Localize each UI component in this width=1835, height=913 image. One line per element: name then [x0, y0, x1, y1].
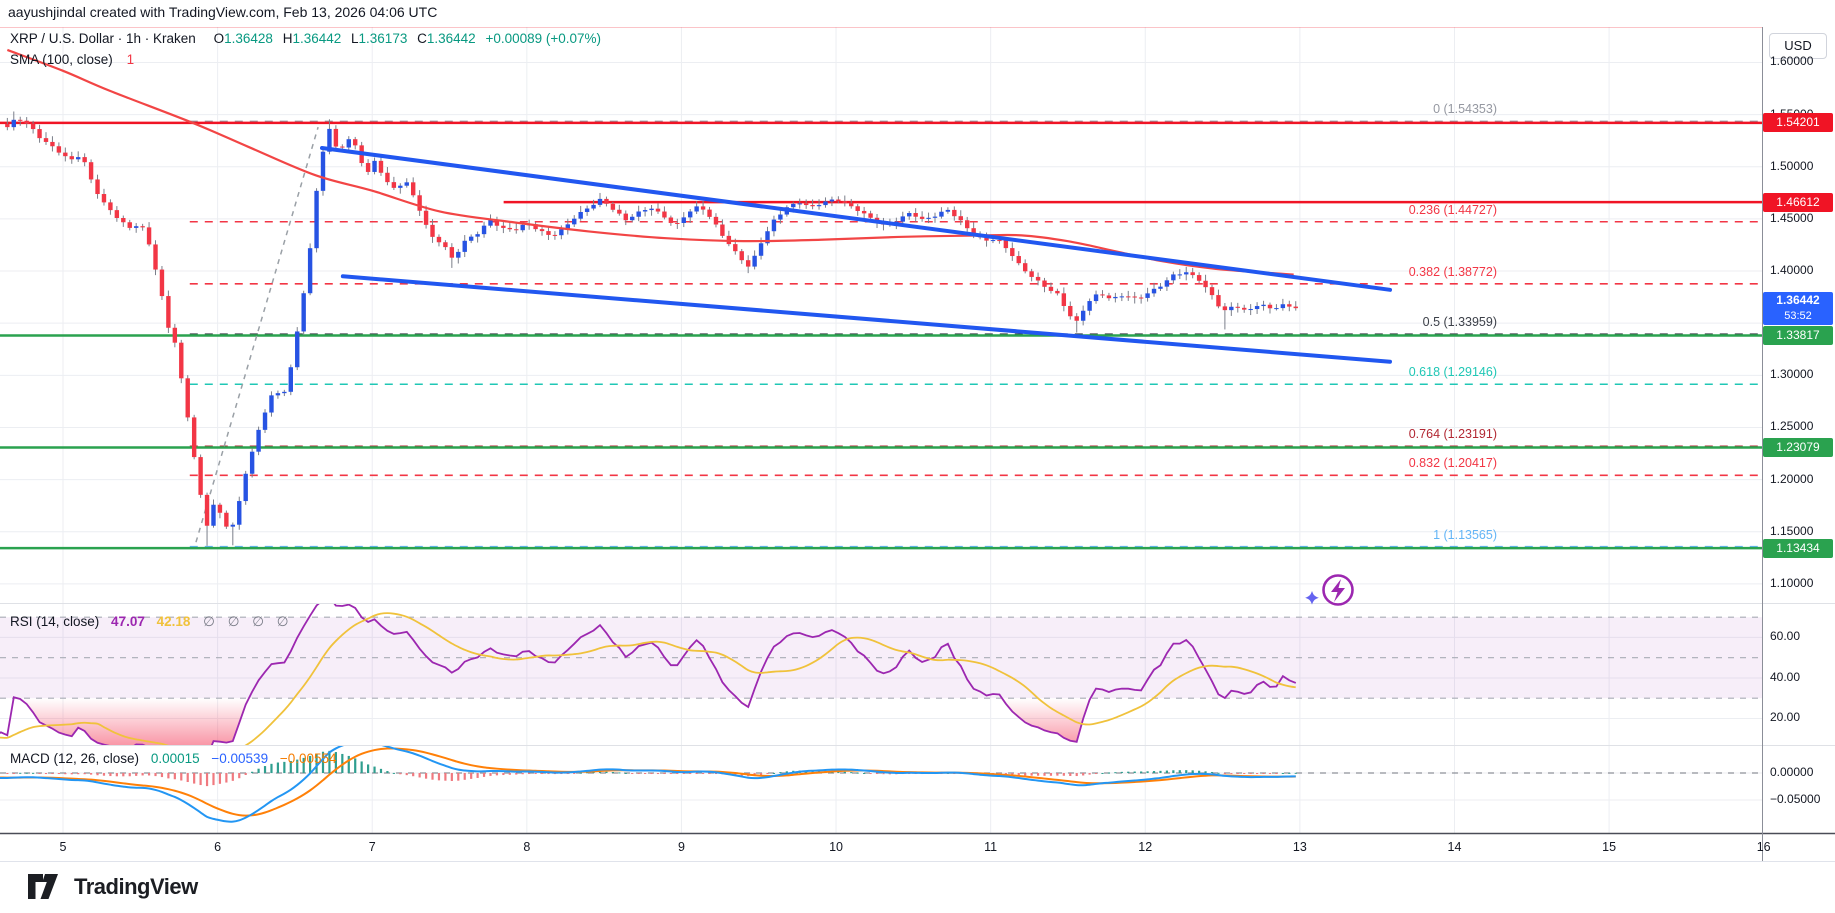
time-axis-label: 8 — [507, 840, 547, 854]
price-tick-label: 1.20000 — [1770, 472, 1813, 486]
fib-level-label: 0.236 (1.44727) — [1160, 203, 1497, 217]
macd-hist-value: 0.00015 — [151, 751, 200, 766]
fib-level-label: 0 (1.54353) — [1160, 102, 1497, 116]
macd-tick-label: −0.05000 — [1770, 792, 1820, 806]
time-axis-label: 12 — [1125, 840, 1165, 854]
rsi-empty-value: ∅ — [252, 614, 264, 629]
rsi-empty-value: ∅ — [228, 614, 240, 629]
tradingview-logo[interactable]: TradingView — [28, 873, 198, 901]
close-label: C — [417, 31, 427, 46]
low-label: L — [351, 31, 359, 46]
high-value: 1.36442 — [292, 31, 341, 46]
price-tick-label: 1.40000 — [1770, 263, 1813, 277]
price-tick-label: 1.25000 — [1770, 419, 1813, 433]
price-tick-label: 1.45000 — [1770, 211, 1813, 225]
price-level-badge: 1.33817 — [1763, 326, 1833, 345]
macd-legend[interactable]: MACD (12, 26, close) 0.00015 −0.00539 −0… — [10, 751, 337, 766]
sma-legend-value: 1 — [127, 52, 135, 67]
tradingview-chart-window: aayushjindal created with TradingView.co… — [0, 0, 1835, 913]
open-value: 1.36428 — [224, 31, 273, 46]
price-tick-label: 1.60000 — [1770, 54, 1813, 68]
attribution-text: aayushjindal created with TradingView.co… — [8, 4, 437, 20]
macd-legend-label: MACD (12, 26, close) — [10, 751, 139, 766]
macd-tick-label: 0.00000 — [1770, 765, 1813, 779]
fib-level-label: 0.5 (1.33959) — [1160, 315, 1497, 329]
price-tick-label: 1.10000 — [1770, 576, 1813, 590]
symbol-title: XRP / U.S. Dollar · 1h · Kraken — [10, 31, 196, 46]
sma-legend[interactable]: SMA (100, close) 1 — [10, 52, 134, 67]
current-price-badge: 1.3644253:52 — [1763, 292, 1833, 325]
time-axis-label: 10 — [816, 840, 856, 854]
time-axis-label: 6 — [198, 840, 238, 854]
fib-level-label: 1 (1.13565) — [1160, 528, 1497, 542]
time-axis-label: 7 — [352, 840, 392, 854]
rsi-ma-value: 42.18 — [157, 614, 191, 629]
price-level-badge: 1.23079 — [1763, 438, 1833, 457]
price-tick-label: 1.15000 — [1770, 524, 1813, 538]
time-axis-label: 16 — [1744, 840, 1784, 854]
macd-line-value: −0.00539 — [211, 751, 268, 766]
price-level-badge: 1.54201 — [1763, 113, 1833, 132]
rsi-empty-value: ∅ — [203, 614, 215, 629]
price-level-badge: 1.13434 — [1763, 539, 1833, 558]
time-axis-label: 15 — [1589, 840, 1629, 854]
high-label: H — [283, 31, 293, 46]
tradingview-logo-icon — [28, 873, 64, 901]
price-level-badge: 1.46612 — [1763, 193, 1833, 212]
time-axis-label: 11 — [971, 840, 1011, 854]
macd-signal-value: −0.00554 — [280, 751, 337, 766]
rsi-tick-label: 60.00 — [1770, 629, 1800, 643]
price-tick-label: 1.30000 — [1770, 367, 1813, 381]
sma-legend-label: SMA (100, close) — [10, 52, 113, 67]
fib-level-label: 0.764 (1.23191) — [1160, 427, 1497, 441]
fib-level-label: 0.382 (1.38772) — [1160, 265, 1497, 279]
fib-level-label: 0.832 (1.20417) — [1160, 456, 1497, 470]
change-value: +0.00089 (+0.07%) — [485, 31, 601, 46]
low-value: 1.36173 — [359, 31, 408, 46]
time-axis-label: 14 — [1434, 840, 1474, 854]
symbol-legend[interactable]: XRP / U.S. Dollar · 1h · Kraken O1.36428… — [10, 31, 601, 46]
tradingview-logo-text: TradingView — [74, 874, 198, 900]
rsi-value: 47.07 — [111, 614, 145, 629]
price-tick-label: 1.50000 — [1770, 159, 1813, 173]
rsi-tick-label: 20.00 — [1770, 710, 1800, 724]
fib-level-label: 0.618 (1.29146) — [1160, 365, 1497, 379]
rsi-tick-label: 40.00 — [1770, 670, 1800, 684]
close-value: 1.36442 — [427, 31, 476, 46]
time-axis-label: 5 — [43, 840, 83, 854]
rsi-legend[interactable]: RSI (14, close) 47.07 42.18 ∅ ∅ ∅ ∅ — [10, 614, 289, 630]
time-axis-label: 13 — [1280, 840, 1320, 854]
time-axis-label: 9 — [661, 840, 701, 854]
chart-overlay: aayushjindal created with TradingView.co… — [0, 0, 1835, 913]
rsi-empty-value: ∅ — [277, 614, 289, 629]
rsi-legend-label: RSI (14, close) — [10, 614, 99, 629]
open-label: O — [214, 31, 225, 46]
